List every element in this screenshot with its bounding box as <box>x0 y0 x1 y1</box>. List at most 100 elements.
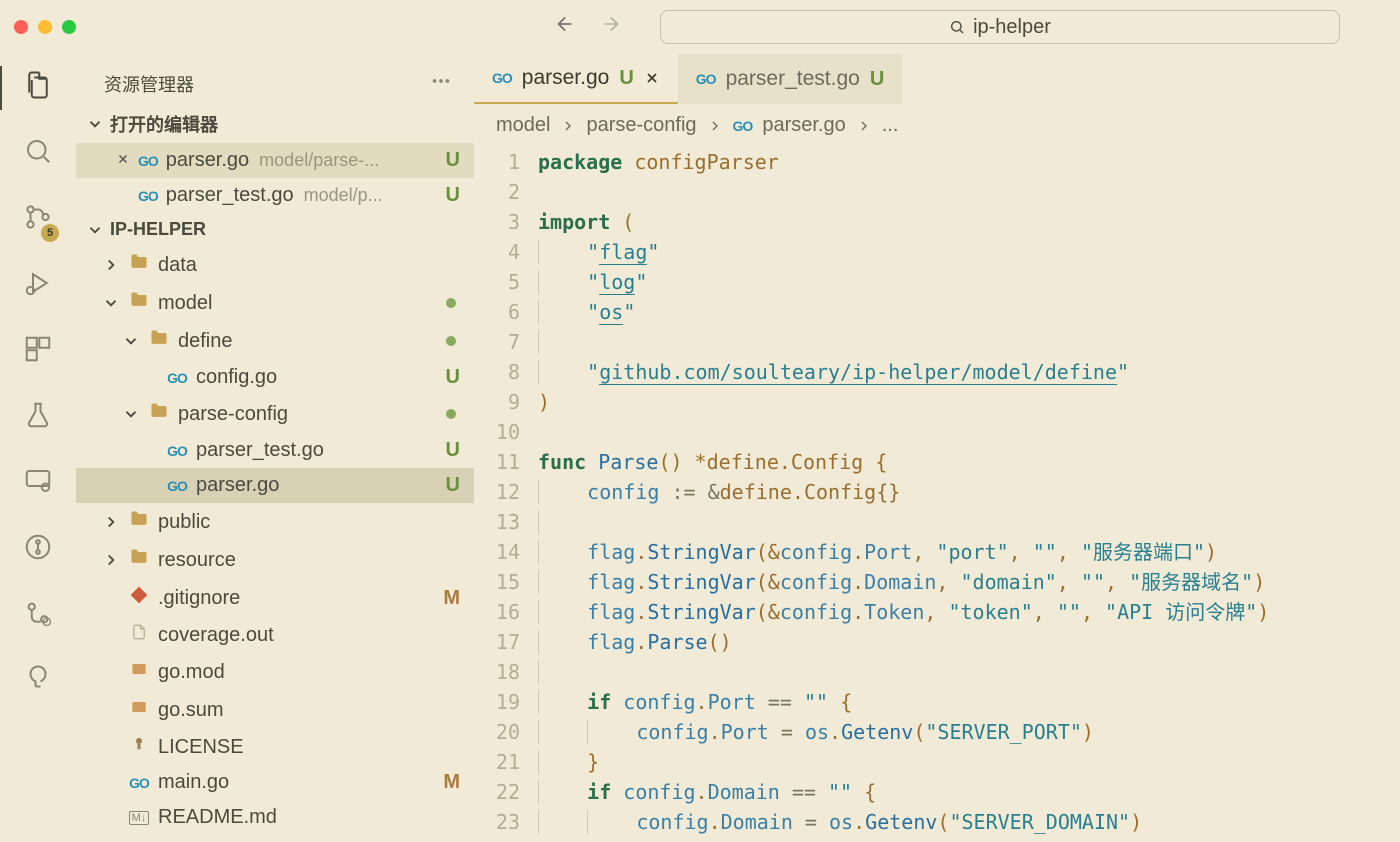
folder-icon <box>129 509 149 535</box>
search-icon <box>949 19 965 35</box>
code-editor[interactable]: 1234567891011121314151617181920212223 pa… <box>474 147 1400 842</box>
window-close-button[interactable] <box>14 20 28 34</box>
tree-icon <box>23 664 53 694</box>
tree-label: main.go <box>158 771 229 794</box>
tree-row[interactable]: public <box>76 503 474 541</box>
go-icon: GO <box>167 443 187 459</box>
tree-label: parse-config <box>178 403 288 426</box>
tree-label: public <box>158 511 210 534</box>
git-status: U <box>446 474 460 497</box>
file-icon <box>130 623 148 647</box>
section-project[interactable]: IP-HELPER <box>76 213 474 246</box>
tree-row[interactable]: resource <box>76 541 474 579</box>
breadcrumb-seg: parse-config <box>586 114 696 137</box>
ab-scm[interactable]: 5 <box>23 202 53 238</box>
tabs: GOparser.goU GO parser_test.go U <box>474 54 1400 104</box>
ab-git-lens[interactable] <box>23 598 53 634</box>
ab-explorer[interactable] <box>23 70 53 106</box>
nav-back-button[interactable] <box>554 13 576 41</box>
tree-label: define <box>178 330 233 353</box>
files-icon <box>23 70 53 100</box>
tree-row[interactable]: model <box>76 284 474 322</box>
ellipsis-icon <box>430 70 452 92</box>
close-icon[interactable] <box>116 149 130 172</box>
editor-tab[interactable]: GOparser.goU <box>474 54 678 104</box>
nav-arrows <box>554 13 622 41</box>
open-editor-item[interactable]: GOparser_test.gomodel/p...U <box>76 178 474 213</box>
twisty[interactable] <box>102 256 120 274</box>
open-editor-item[interactable]: GOparser.gomodel/parse-...U <box>76 143 474 178</box>
close-icon[interactable] <box>644 70 660 86</box>
section-label: IP-HELPER <box>110 219 206 240</box>
tree-row[interactable]: GOmain.goM <box>76 765 474 800</box>
tree-row[interactable]: M↓ README.md <box>76 800 474 835</box>
search-icon <box>23 136 53 166</box>
tree-label: parser_test.go <box>196 439 324 462</box>
folder-icon <box>129 252 149 278</box>
tree-row[interactable]: GOconfig.goU <box>76 360 474 395</box>
window-minimize-button[interactable] <box>38 20 52 34</box>
folder-icon <box>149 401 169 427</box>
tab-filename: parser_test.go <box>726 67 860 91</box>
tree-row[interactable]: .gitignoreM <box>76 579 474 617</box>
folder-icon <box>149 328 169 354</box>
git-status: U <box>870 68 884 91</box>
tree-row[interactable]: go.sum <box>76 691 474 729</box>
twisty[interactable] <box>122 332 140 350</box>
twisty[interactable] <box>122 405 140 423</box>
nav-forward-button[interactable] <box>600 13 622 41</box>
ab-debug[interactable] <box>23 268 53 304</box>
tree-row[interactable]: data <box>76 246 474 284</box>
markdown-icon: M↓ <box>129 811 150 825</box>
ab-extensions[interactable] <box>23 334 53 370</box>
ab-git-graph[interactable] <box>23 532 53 568</box>
twisty[interactable] <box>102 551 120 569</box>
chevron-down-icon <box>86 221 104 239</box>
editor-tab[interactable]: GO parser_test.go U <box>678 54 902 104</box>
beaker-icon <box>23 400 53 430</box>
tree-label: README.md <box>158 806 277 829</box>
license-icon <box>130 735 148 759</box>
tree-row[interactable]: go.mod <box>76 653 474 691</box>
git-status: U <box>619 67 633 90</box>
folder-icon <box>129 547 149 573</box>
tree-row[interactable]: GOparser.goU <box>76 468 474 503</box>
modified-dot <box>446 409 456 419</box>
tree-row[interactable]: GOparser_test.goU <box>76 433 474 468</box>
ab-search[interactable] <box>23 136 53 172</box>
remote-icon <box>23 466 53 496</box>
tree-row[interactable]: LICENSE <box>76 729 474 765</box>
chevron-right-icon <box>560 118 576 134</box>
tree-label: parser.go <box>196 474 279 497</box>
twisty[interactable] <box>102 513 120 531</box>
extensions-icon <box>23 334 53 364</box>
sidebar-header: 资源管理器 <box>76 54 474 105</box>
sidebar-more-button[interactable] <box>430 70 452 97</box>
section-open-editors[interactable]: 打开的编辑器 <box>76 105 474 143</box>
activitybar: 5 <box>0 54 76 842</box>
tree-row[interactable]: parse-config <box>76 395 474 433</box>
go-icon: GO <box>696 71 716 87</box>
open-editor-path: model/p... <box>304 185 383 206</box>
ab-tree[interactable] <box>23 664 53 700</box>
breadcrumbs[interactable]: model parse-config GO parser.go ... <box>474 104 1400 147</box>
titlebar: ip-helper <box>0 0 1400 54</box>
ab-testing[interactable] <box>23 400 53 436</box>
ab-remote[interactable] <box>23 466 53 502</box>
gomod-icon <box>129 697 149 723</box>
tree-label: LICENSE <box>158 736 244 759</box>
window-maximize-button[interactable] <box>62 20 76 34</box>
sidebar: 资源管理器 打开的编辑器 GOparser.gomodel/parse-...U… <box>76 54 474 842</box>
tree-label: coverage.out <box>158 624 274 647</box>
section-label: 打开的编辑器 <box>110 111 218 137</box>
search-text: ip-helper <box>973 16 1051 39</box>
tree-label: data <box>158 254 197 277</box>
sidebar-title: 资源管理器 <box>104 71 194 97</box>
tree-row[interactable]: define <box>76 322 474 360</box>
twisty[interactable] <box>102 294 120 312</box>
chevron-right-icon <box>856 118 872 134</box>
command-center-search[interactable]: ip-helper <box>660 10 1340 44</box>
tree-row[interactable]: coverage.out <box>76 617 474 653</box>
modified-dot <box>446 298 456 308</box>
tree-label: go.sum <box>158 699 224 722</box>
